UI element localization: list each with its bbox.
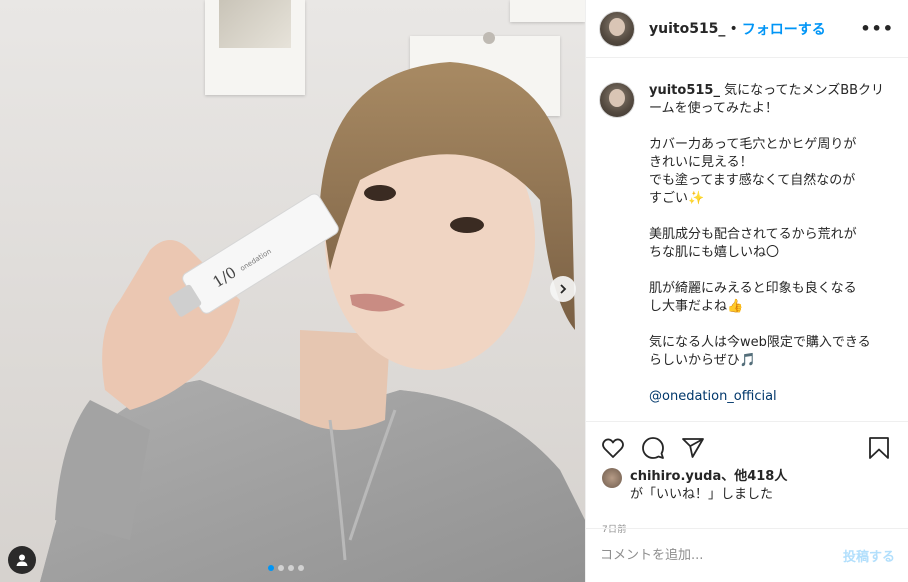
post-comment-button[interactable]: 投稿する <box>843 546 895 565</box>
caption-line: カバー力あって毛穴とかヒゲ周りが <box>649 137 857 152</box>
carousel-dot <box>288 565 294 571</box>
avatar[interactable] <box>602 468 622 488</box>
bookmark-icon <box>869 437 889 459</box>
caption-area: yuito515_ 気になってたメンズBBクリームを使ってみたよ！ カバー力あっ… <box>586 58 908 422</box>
caption-text: yuito515_ 気になってたメンズBBクリームを使ってみたよ！ カバー力あっ… <box>649 82 887 421</box>
likes-suffix: が「いいね！」しました <box>630 487 774 502</box>
liker-username[interactable]: chihiro.yuda <box>630 469 721 484</box>
save-button[interactable] <box>866 435 892 461</box>
post-side-panel: yuito515_ • フォローする ••• yuito515_ 気になってたメ… <box>585 0 908 582</box>
caption-line: きれいに見える！ <box>649 155 753 170</box>
avatar[interactable] <box>599 82 635 118</box>
comment-input[interactable] <box>600 548 843 563</box>
comment-button[interactable] <box>640 435 666 461</box>
more-icon[interactable]: ••• <box>860 19 894 38</box>
caption-line: し大事だよね👍 <box>649 299 744 314</box>
next-arrow-icon <box>560 284 567 294</box>
share-button[interactable] <box>680 435 706 461</box>
share-icon <box>682 438 704 458</box>
next-image-button[interactable] <box>550 276 576 302</box>
caption-line: ちな肌にも嬉しいね〇 <box>649 245 780 260</box>
author-username[interactable]: yuito515_ <box>649 21 725 37</box>
user-tag-icon <box>16 554 28 566</box>
caption-line: 肌が綺麗にみえると印象も良くなる <box>649 281 857 296</box>
follow-button[interactable]: フォローする <box>742 19 826 39</box>
comment-icon <box>642 437 664 459</box>
avatar[interactable] <box>599 10 635 47</box>
mention-link[interactable]: @onedation_official <box>649 389 777 404</box>
post-header: yuito515_ • フォローする ••• <box>586 0 908 58</box>
caption-username[interactable]: yuito515_ <box>649 83 720 98</box>
caption-line: らしいからぜひ🎵 <box>649 353 756 368</box>
likes-count[interactable]: 、他418人 <box>721 469 787 484</box>
likes-summary: chihiro.yuda、他418人 が「いいね！」しました <box>586 462 908 504</box>
caption-line: でも塗ってます感なくて自然なのが <box>649 173 856 188</box>
person-illustration: 1/0 onedation <box>40 62 585 582</box>
comment-bar: 投稿する <box>586 528 908 582</box>
header-separator: • <box>729 20 738 37</box>
post-photo[interactable]: 1/0 onedation <box>0 0 585 582</box>
heart-icon <box>602 438 624 458</box>
like-button[interactable] <box>600 435 626 461</box>
carousel-indicator <box>268 565 304 571</box>
caption-line: すごい✨ <box>649 191 705 206</box>
carousel-dot <box>298 565 304 571</box>
carousel-dot <box>278 565 284 571</box>
user-tag-button[interactable] <box>8 546 36 574</box>
action-bar <box>586 422 908 462</box>
caption-line: 美肌成分も配合されてるから荒れが <box>649 227 857 242</box>
caption-line: 気になる人は今web限定で購入できる <box>649 335 871 350</box>
carousel-dot <box>268 565 274 571</box>
